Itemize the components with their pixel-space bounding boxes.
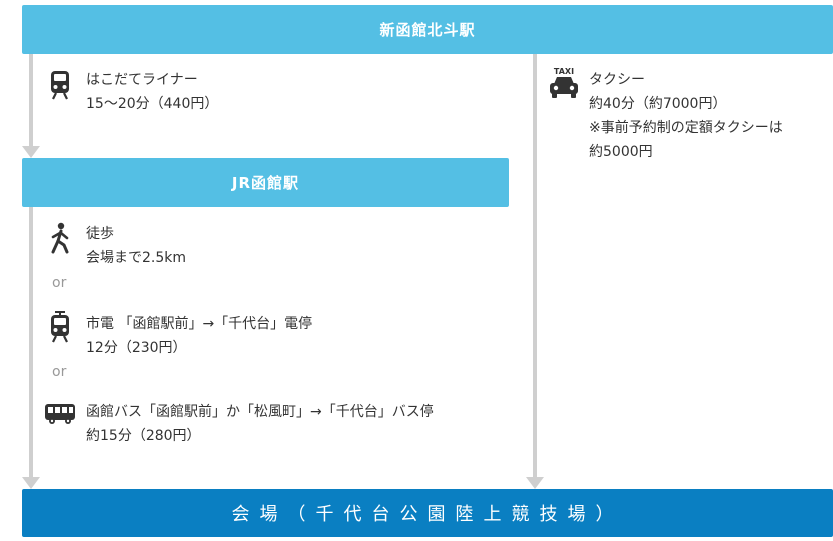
route-name: 函館バス「函館駅前」か「松風町」→「千代台」バス停 [86, 404, 434, 420]
station-shin-hakodate-hokuto: 新函館北斗駅 [22, 5, 833, 54]
arrow-down-icon [22, 477, 40, 489]
connector-line-left-upper [29, 54, 33, 146]
bus-icon [45, 404, 75, 424]
connector-line-left-lower [29, 207, 33, 477]
arrow-down-icon [526, 477, 544, 489]
or-separator: or [52, 364, 67, 380]
station-venue: 会場（千代台公園陸上競技場） [22, 489, 833, 537]
route-name: 徒歩 [86, 226, 114, 242]
route-detail: 15〜20分（440円） [86, 96, 219, 112]
route-bus: 函館バス「函館駅前」か「松風町」→「千代台」バス停 約15分（280円） [86, 400, 434, 448]
arrow-down-icon [22, 146, 40, 158]
route-note: ※事前予約制の定額タクシーは [589, 120, 783, 136]
station-jr-hakodate: JR函館駅 [22, 158, 509, 207]
route-walk: 徒歩 会場まで2.5km [86, 222, 186, 270]
route-taxi: タクシー 約40分（約7000円） ※事前予約制の定額タクシーは 約5000円 [589, 68, 783, 164]
station-name: JR函館駅 [231, 174, 300, 192]
route-detail: 会場まで2.5km [86, 250, 187, 266]
route-detail: 12分（230円） [86, 340, 187, 356]
route-tram: 市電 「函館駅前」→「千代台」電停 12分（230円） [86, 312, 312, 360]
connector-line-right [533, 54, 537, 477]
walking-person-icon [51, 222, 69, 254]
route-detail: 約15分（280円） [86, 428, 201, 444]
route-name: タクシー [589, 72, 645, 88]
route-hakodate-liner: はこだてライナー 15〜20分（440円） [86, 68, 218, 116]
station-name: 新函館北斗駅 [379, 21, 476, 39]
taxi-icon: TAXI [550, 67, 578, 98]
or-separator: or [52, 275, 67, 291]
station-name: 会場（千代台公園陸上競技場） [231, 504, 624, 525]
tram-icon [51, 311, 69, 343]
train-icon [51, 71, 69, 100]
route-note: 約5000円 [589, 144, 653, 160]
route-name: 市電 「函館駅前」→「千代台」電停 [86, 316, 313, 332]
taxi-badge-text: TAXI [554, 67, 574, 76]
route-detail: 約40分（約7000円） [589, 96, 727, 112]
route-name: はこだてライナー [86, 72, 198, 88]
